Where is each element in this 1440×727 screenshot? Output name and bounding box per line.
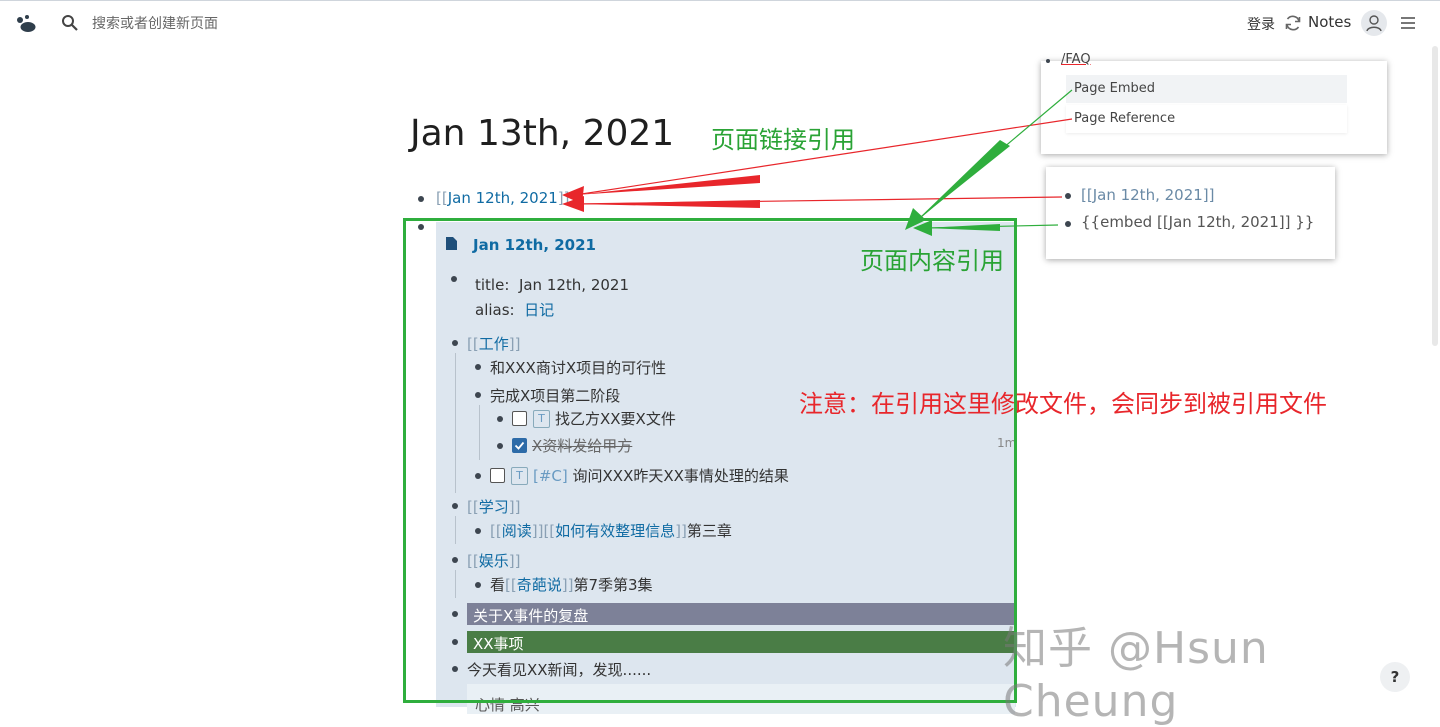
logseq-logo-icon[interactable] [14,12,38,36]
block-bullet [1065,193,1071,199]
avatar[interactable] [1361,10,1387,36]
menu-item-page-embed[interactable]: Page Embed [1066,75,1347,103]
watermark: 知乎 @Hsun Cheung [1003,623,1269,727]
sync-icon[interactable] [1283,13,1303,33]
menu-item-page-reference[interactable]: Page Reference [1066,105,1347,133]
scrollbar[interactable] [1432,46,1438,346]
popup-bullet [1045,59,1053,63]
login-button[interactable]: 登录 [1247,14,1275,34]
menu-icon[interactable] [1399,15,1417,31]
block-page-reference[interactable]: [[Jan 12th, 2021]] [436,189,570,207]
search-input[interactable] [90,13,394,35]
annotation-frame [403,218,1017,703]
annotation-note: 注意：在引用这里修改文件，会同步到被引用文件 [799,390,1327,418]
page-link[interactable]: Jan 12th, 2021 [448,189,558,207]
annotation-content-reference: 页面内容引用 [860,247,1004,275]
example-embed: {{embed [[Jan 12th, 2021]] }} [1081,213,1315,231]
block-bullet [1065,221,1071,227]
graph-name-notes[interactable]: Notes [1308,13,1351,31]
annotation-link-reference: 页面链接引用 [711,126,855,154]
user-icon [1366,15,1382,32]
page-title[interactable]: Jan 13th, 2021 [410,113,674,154]
typed-command: /FAQ [1061,52,1091,67]
block-bullet[interactable] [418,196,424,202]
search-icon[interactable] [61,14,79,32]
help-button[interactable]: ? [1380,662,1410,692]
example-reference: [[Jan 12th, 2021]] [1081,186,1215,204]
